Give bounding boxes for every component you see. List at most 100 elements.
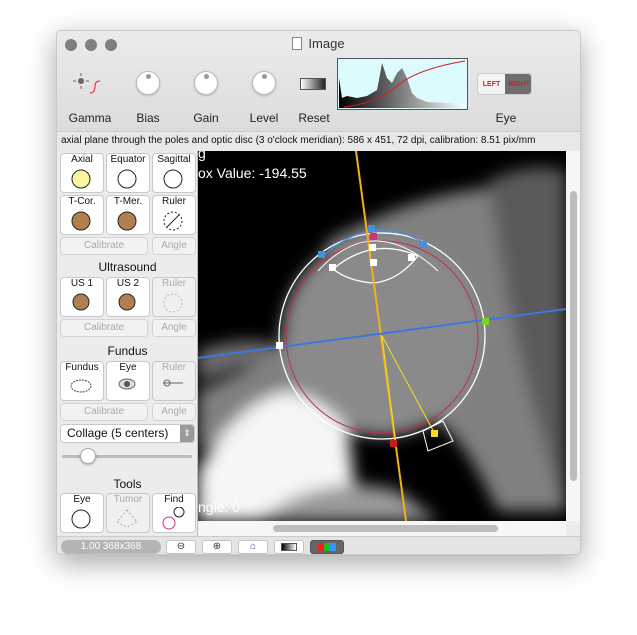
us-angle-button[interactable]: Angle	[152, 319, 196, 337]
viewer-top-text: g	[198, 151, 206, 161]
tool-tumor-button[interactable]: Tumor	[106, 493, 150, 533]
fundus-button[interactable]: Fundus	[60, 361, 104, 401]
fundus-angle-button[interactable]: Angle	[152, 403, 196, 421]
color-channels-button[interactable]	[310, 540, 344, 554]
reset-label: Reset	[298, 111, 330, 125]
find-icon	[162, 507, 185, 530]
document-icon	[292, 37, 303, 50]
axial-button[interactable]: Axial	[60, 153, 104, 193]
fundus-icon	[70, 379, 92, 393]
image-viewer[interactable]: g ox Value: -194.55 ngle: 0	[198, 151, 566, 521]
gain-knob[interactable]	[194, 71, 218, 95]
sagittal-icon	[163, 169, 183, 189]
sagittal-button[interactable]: Sagittal	[152, 153, 196, 193]
t-mer-button[interactable]: T-Mer.	[106, 195, 150, 235]
eye-button[interactable]: Eye	[106, 361, 150, 401]
t-mer-label: T-Mer.	[113, 196, 143, 207]
t-cor-button[interactable]: T-Cor.	[60, 195, 104, 235]
ultrasound-heading: Ultrasound	[98, 260, 157, 274]
slider-thumb[interactable]	[80, 448, 96, 464]
window-title: Image	[308, 36, 345, 51]
tool-eye-button[interactable]: Eye	[60, 493, 104, 533]
tool-tumor-label: Tumor	[113, 494, 143, 505]
level-label: Level	[249, 111, 279, 125]
home-icon: ⌂	[249, 541, 257, 552]
sagittal-label: Sagittal	[157, 154, 191, 165]
fundus-label: Fundus	[65, 362, 99, 373]
gradient-icon	[281, 543, 297, 551]
ruler-icon	[163, 293, 183, 313]
horizontal-scrollbar[interactable]	[198, 521, 566, 536]
ruler-label: Ruler	[162, 196, 186, 207]
gamma-icon[interactable]	[73, 73, 103, 98]
fundus-ruler-label: Ruler	[162, 362, 186, 373]
tumor-icon	[116, 509, 138, 528]
chevron-updown-icon: ⇕	[180, 425, 194, 442]
us1-label: US 1	[70, 278, 94, 289]
eye-label: Eye	[495, 111, 517, 125]
equator-icon	[117, 169, 137, 189]
fundus-heading: Fundus	[107, 344, 148, 358]
fundus-ruler-button[interactable]: Ruler	[152, 361, 196, 401]
eye-toggle[interactable]: LEFT RIGHT	[477, 73, 532, 95]
status-bar: axial plane through the poles and optic …	[57, 131, 580, 151]
us-calibrate-button[interactable]: Calibrate	[60, 319, 148, 337]
home-button[interactable]: ⌂	[238, 540, 268, 554]
image-window: Image Gamma Bias Gain Level Reset Eye LE…	[56, 30, 581, 555]
ruler-icon	[163, 211, 183, 231]
axial-icon	[71, 169, 91, 189]
vertical-scroll-thumb[interactable]	[570, 191, 577, 481]
bottom-bar: 1.00 368x368 ⊖ ⊕ ⌂	[57, 536, 580, 554]
us1-icon	[72, 293, 90, 311]
eye-tool-icon	[71, 509, 91, 529]
tool-find-button[interactable]: Find	[152, 493, 196, 533]
right-eye-option[interactable]: RIGHT	[505, 74, 531, 94]
title-bar: Image Gamma Bias Gain Level Reset Eye LE…	[57, 31, 580, 131]
zoom-readout: 1.00 368x368	[61, 540, 161, 554]
zoom-in-button[interactable]: ⊕	[202, 540, 232, 554]
gamma-label: Gamma	[68, 111, 112, 125]
calibrate-button[interactable]: Calibrate	[60, 237, 148, 255]
us2-label: US 2	[116, 278, 140, 289]
angle-readout: ngle: 0	[198, 499, 241, 515]
collage-select[interactable]: Collage (5 centers) ⇕	[60, 424, 195, 443]
us1-button[interactable]: US 1	[60, 277, 104, 317]
rgb-icon	[318, 543, 336, 551]
ct-scan-image	[198, 151, 566, 521]
fundus-calibrate-button[interactable]: Calibrate	[60, 403, 148, 421]
pixel-value-readout: ox Value: -194.55	[198, 165, 307, 181]
us-ruler-button[interactable]: Ruler	[152, 277, 196, 317]
us2-icon	[118, 293, 136, 311]
us-ruler-label: Ruler	[162, 278, 186, 289]
t-cor-icon	[71, 211, 91, 231]
horizontal-scroll-thumb[interactable]	[273, 525, 498, 532]
t-mer-icon	[117, 211, 137, 231]
zoom-out-icon: ⊖	[176, 541, 186, 552]
zoom-in-icon: ⊕	[212, 541, 222, 552]
eye-icon	[118, 378, 136, 390]
tool-eye-label: Eye	[73, 494, 91, 505]
ruler-button[interactable]: Ruler	[152, 195, 196, 235]
ruler-icon	[163, 379, 183, 387]
bias-knob[interactable]	[136, 71, 160, 95]
tool-find-label: Find	[164, 494, 184, 505]
angle-button[interactable]: Angle	[152, 237, 196, 255]
left-eye-option[interactable]: LEFT	[478, 74, 505, 94]
equator-label: Equator	[110, 154, 146, 165]
eye-btn-label: Eye	[119, 362, 137, 373]
equator-button[interactable]: Equator	[106, 153, 150, 193]
t-cor-label: T-Cor.	[68, 196, 96, 207]
axial-label: Axial	[71, 154, 93, 165]
us2-button[interactable]: US 2	[106, 277, 150, 317]
reset-button[interactable]	[300, 78, 326, 90]
collage-selected: Collage (5 centers)	[67, 426, 169, 440]
zoom-out-button[interactable]: ⊖	[166, 540, 196, 554]
bias-label: Bias	[136, 111, 160, 125]
gain-label: Gain	[193, 111, 219, 125]
sidebar: Axial Equator Sagittal T-Cor. T-Mer. Rul…	[57, 151, 198, 536]
level-knob[interactable]	[252, 71, 276, 95]
vertical-scrollbar[interactable]	[566, 151, 580, 521]
histogram[interactable]	[337, 58, 468, 110]
grayscale-button[interactable]	[274, 540, 304, 554]
tools-heading: Tools	[113, 477, 142, 491]
